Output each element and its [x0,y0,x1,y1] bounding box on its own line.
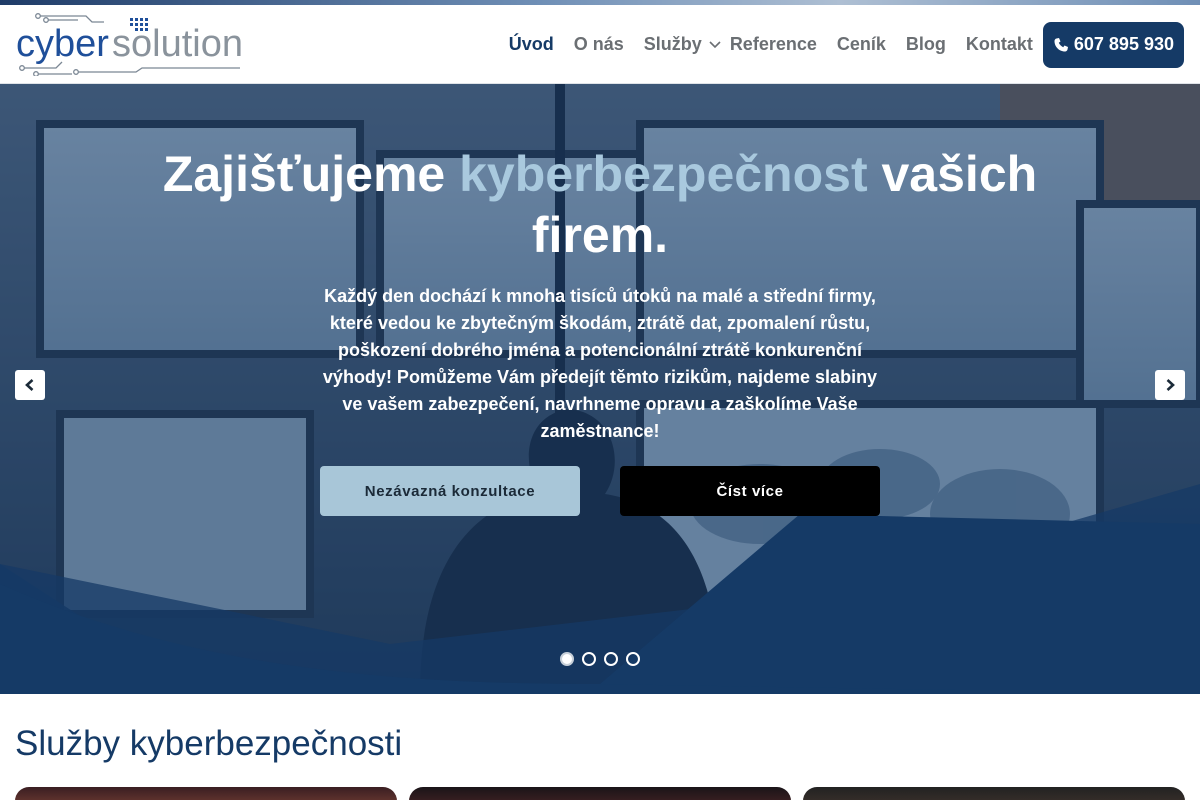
carousel-dot-3[interactable] [604,652,618,666]
nav-item-label: Úvod [508,34,554,54]
hero-description: Každý den dochází k mnoha tisíců útoků n… [322,286,878,441]
phone-icon [1054,37,1068,51]
main-nav: Úvod O nás Služby Reference Ceník Blog K… [489,5,1184,84]
nav-item-sluzby[interactable]: Služby [644,34,722,55]
carousel-prev-button[interactable] [15,370,45,400]
nav-item-label: Ceník [836,34,886,54]
chevron-right-icon [1166,379,1175,391]
nav-item-blog[interactable]: Blog [906,34,946,55]
carousel-dot-2[interactable] [582,652,596,666]
hero-title-part1: Zajišťujeme [162,146,460,202]
hero-title-highlight: kyberbezpečnost [459,146,868,202]
services-heading: Služby kyberbezpečnosti [15,724,403,763]
carousel-dot-4[interactable] [626,652,640,666]
svg-text:solution: solution [112,23,243,65]
service-card-1[interactable] [15,787,397,800]
carousel-indicators [560,652,648,666]
nav-item-kontakt[interactable]: Kontakt [966,34,1033,55]
nav-item-reference[interactable]: Reference [730,34,817,55]
nav-item-label: Blog [905,34,946,54]
site-header: cyber solution Úvod O nás Služby Referen… [0,5,1200,84]
nav-item-cenik[interactable]: Ceník [837,34,886,55]
svg-text:cyber: cyber [16,23,109,65]
read-more-button[interactable]: Číst více [620,466,880,516]
nav-item-label: Reference [729,34,817,54]
cybersolution-logo[interactable]: cyber solution [16,12,246,76]
service-card-3[interactable] [803,787,1185,800]
hero-carousel: Zajišťujeme kyberbezpečnost vašich firem… [0,84,1200,694]
nav-item-o-nas[interactable]: O nás [574,34,624,55]
carousel-next-button[interactable] [1155,370,1185,400]
consultation-button[interactable]: Nezávazná konzultace [320,466,580,516]
phone-number: 607 895 930 [1073,34,1174,54]
carousel-dot-1[interactable] [560,652,574,666]
nav-item-uvod[interactable]: Úvod [509,34,554,55]
chevron-down-icon[interactable] [708,38,722,52]
phone-button[interactable]: 607 895 930 [1042,21,1184,68]
nav-item-label: Služby [643,34,702,54]
nav-item-label: Kontakt [965,34,1033,54]
chevron-left-icon [25,379,34,391]
hero-title: Zajišťujeme kyberbezpečnost vašich firem… [100,144,1100,266]
nav-item-label: O nás [573,34,624,54]
service-card-2[interactable] [409,787,791,800]
